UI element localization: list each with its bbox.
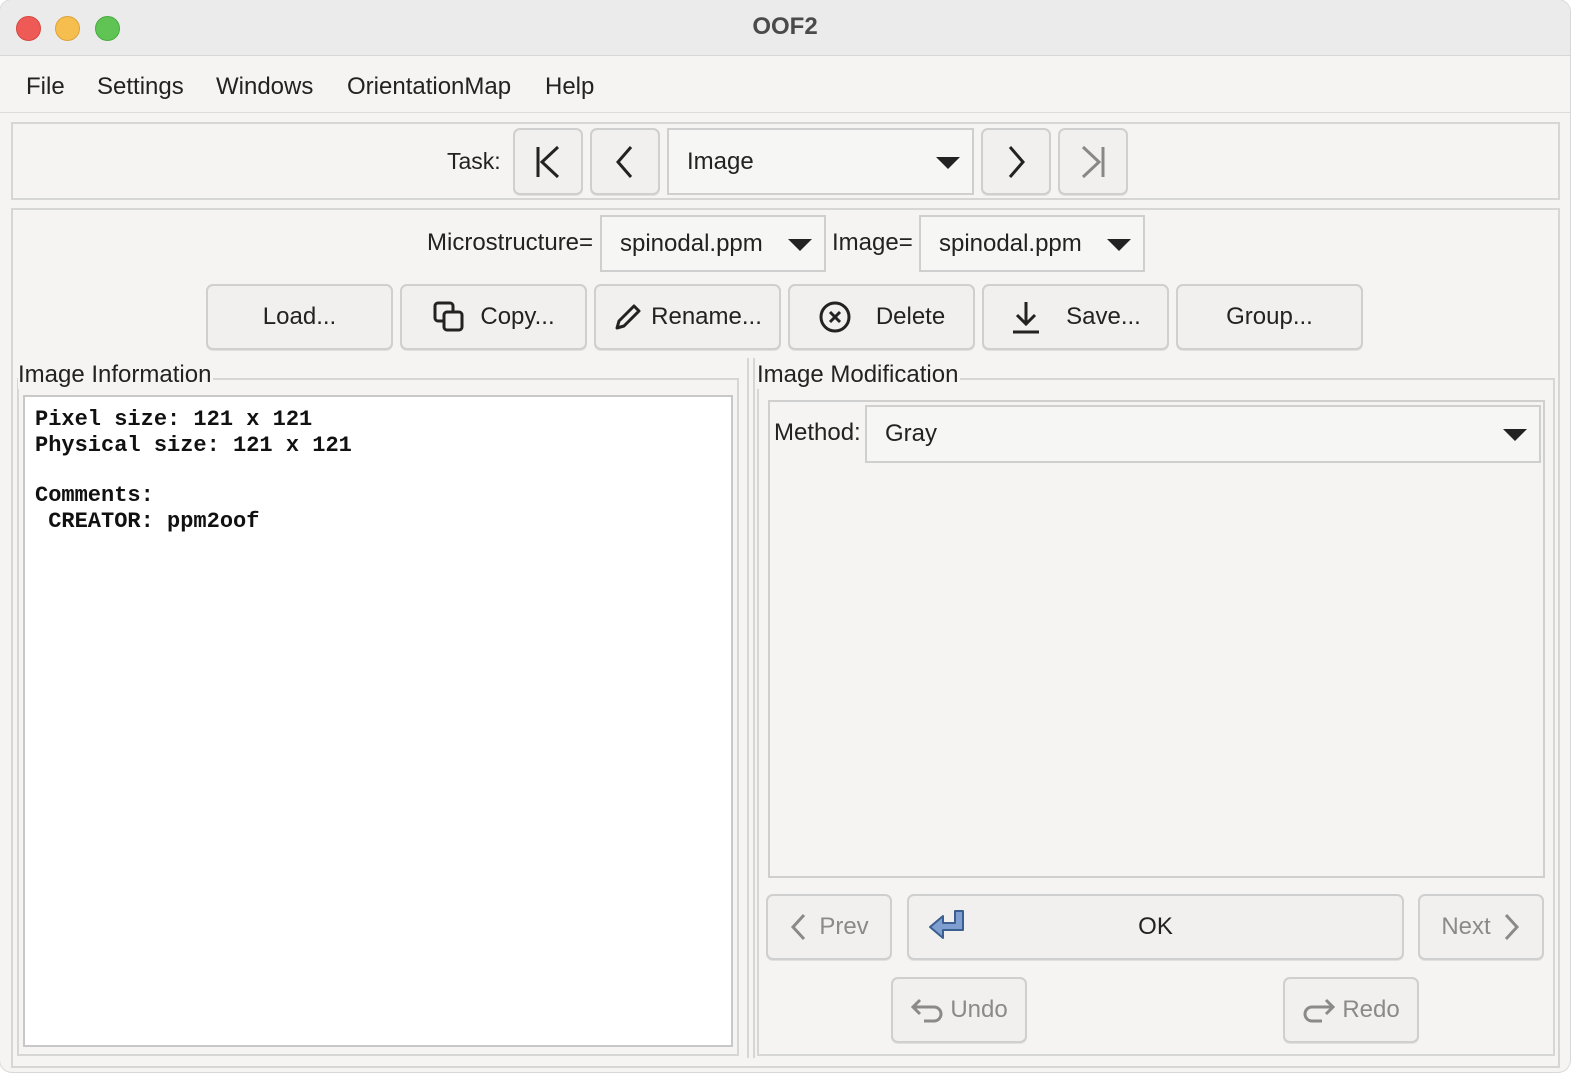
download-icon (1013, 302, 1040, 334)
group-button-label: Group... (1226, 303, 1313, 330)
chevron-down-icon (788, 239, 812, 251)
microstructure-select[interactable]: spinodal.ppm (600, 215, 826, 272)
physical-size-line: Physical size: 121 x 121 (35, 433, 352, 458)
ok-button[interactable]: OK (907, 894, 1404, 960)
load-button-label: Load... (262, 303, 337, 330)
rename-button-label: Rename... (651, 303, 762, 330)
delete-circle-x-icon (819, 301, 851, 333)
menu-file[interactable]: File (26, 73, 65, 101)
task-select-value: Image (687, 147, 754, 175)
previous-task-button[interactable] (590, 128, 660, 195)
chevron-down-icon (1107, 239, 1131, 251)
chevron-left-icon (616, 145, 633, 178)
microstructure-label: Microstructure= (427, 229, 594, 256)
title-bar: OOF2 (0, 0, 1570, 56)
copy-icon (433, 301, 464, 332)
save-button[interactable]: Save... (982, 284, 1169, 350)
skip-first-icon (536, 145, 560, 178)
chevron-left-icon (791, 913, 806, 941)
image-value: spinodal.ppm (939, 229, 1082, 257)
task-select[interactable]: Image (667, 128, 974, 195)
image-information-text[interactable]: Pixel size: 121 x 121 Physical size: 121… (23, 395, 733, 1047)
group-button[interactable]: Group... (1176, 284, 1363, 350)
task-label: Task: (447, 148, 501, 174)
prev-button[interactable]: Prev (766, 894, 892, 960)
enter-return-icon (929, 910, 964, 939)
redo-arrow-icon (1303, 998, 1336, 1023)
rename-button[interactable]: Rename... (594, 284, 781, 350)
image-information-title: Image Information (18, 361, 214, 389)
undo-arrow-icon (911, 998, 943, 1023)
menu-orientationmap[interactable]: OrientationMap (347, 73, 511, 101)
delete-button[interactable]: Delete (788, 284, 975, 350)
image-page: Microstructure= spinodal.ppm Image= spin… (11, 208, 1560, 1068)
undo-button[interactable]: Undo (891, 977, 1027, 1043)
chevron-down-icon (1503, 429, 1527, 441)
menu-windows[interactable]: Windows (216, 73, 313, 101)
first-task-button[interactable] (513, 128, 583, 195)
task-bar: Task: Image (11, 122, 1560, 200)
next-task-button[interactable] (981, 128, 1051, 195)
last-task-button[interactable] (1058, 128, 1128, 195)
redo-button[interactable]: Redo (1283, 977, 1419, 1043)
method-panel: Method: Gray (768, 400, 1545, 878)
delete-button-label: Delete (875, 303, 946, 330)
redo-button-label: Redo (1342, 996, 1400, 1023)
oof2-window: OOF2 File Settings Windows OrientationMa… (0, 0, 1570, 1072)
window-title: OOF2 (752, 13, 818, 40)
pixel-size-line: Pixel size: 121 x 121 (35, 407, 313, 432)
prev-button-label: Prev (819, 913, 869, 940)
image-label: Image= (832, 229, 913, 256)
save-button-label: Save... (1066, 303, 1141, 330)
skip-last-icon (1081, 145, 1105, 178)
copy-button-label: Copy... (480, 303, 555, 330)
menu-help[interactable]: Help (545, 73, 594, 101)
chevron-right-icon (1008, 145, 1025, 178)
load-button[interactable]: Load... (206, 284, 393, 350)
pencil-icon (615, 304, 641, 330)
ok-button-label: OK (1138, 913, 1173, 940)
pane-divider[interactable] (747, 358, 755, 1058)
method-value: Gray (885, 420, 938, 447)
image-select[interactable]: spinodal.ppm (919, 215, 1145, 272)
comments-header: Comments: (35, 483, 154, 508)
method-select[interactable]: Gray (865, 405, 1541, 463)
copy-button[interactable]: Copy... (400, 284, 587, 350)
chevron-right-icon (1504, 913, 1519, 941)
menu-settings[interactable]: Settings (97, 73, 184, 101)
image-modification-title: Image Modification (757, 361, 961, 389)
menu-bar: File Settings Windows OrientationMap Hel… (0, 57, 1570, 113)
microstructure-value: spinodal.ppm (620, 229, 763, 257)
undo-button-label: Undo (950, 996, 1008, 1023)
next-button[interactable]: Next (1418, 894, 1544, 960)
comment-line: CREATOR: ppm2oof (35, 509, 260, 534)
next-button-label: Next (1441, 913, 1491, 940)
chevron-down-icon (936, 157, 960, 169)
method-label: Method: (774, 419, 861, 446)
